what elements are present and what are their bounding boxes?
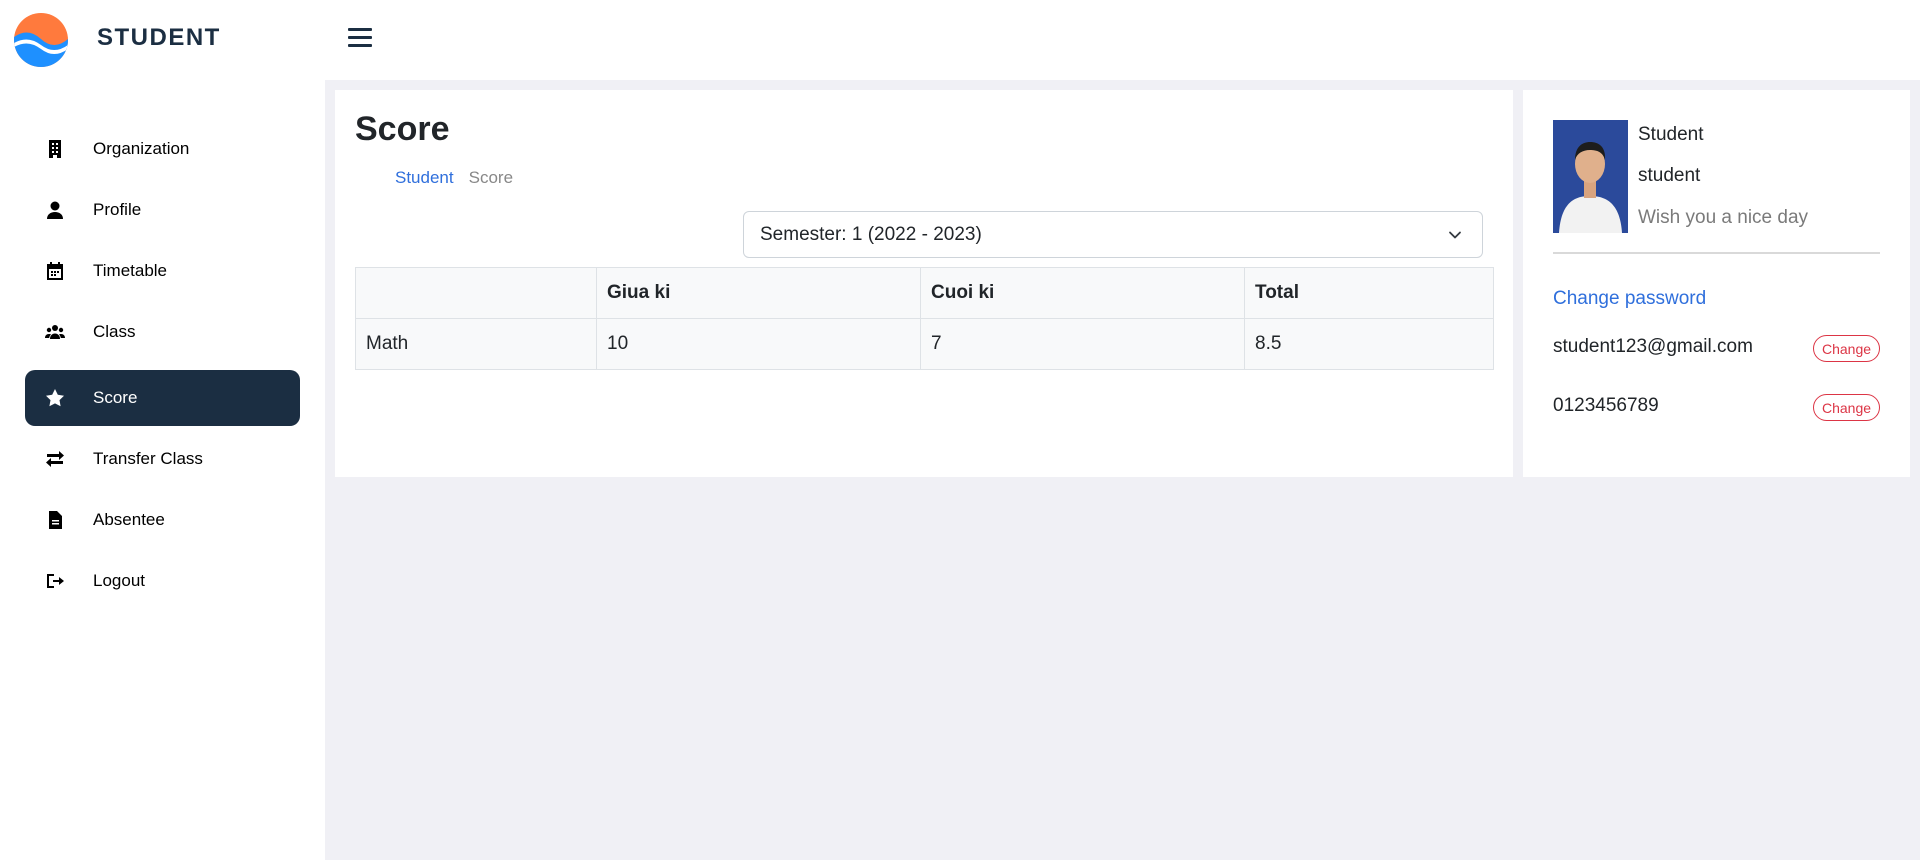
table-header: Total (1244, 267, 1494, 319)
app-brand: STUDENT (97, 24, 221, 51)
sidebar-item-label: Score (93, 388, 138, 407)
table-header (355, 267, 597, 319)
logout-icon (45, 571, 65, 591)
star-icon (45, 388, 65, 408)
table-row: Math 10 7 8.5 (355, 318, 1494, 370)
semester-select[interactable]: Semester: 1 (2022 - 2023) (743, 211, 1483, 258)
divider (1553, 252, 1880, 254)
menu-toggle-icon[interactable] (348, 28, 372, 52)
chevron-down-icon (1449, 231, 1461, 239)
transfer-icon (45, 449, 65, 469)
file-icon (45, 510, 65, 530)
page-title: Score (355, 110, 450, 148)
change-email-button[interactable]: Change (1813, 335, 1880, 362)
table-header-row: Giua ki Cuoi ki Total (355, 267, 1494, 319)
users-icon (45, 322, 65, 342)
profile-greeting: Wish you a nice day (1638, 207, 1809, 228)
breadcrumb-student-link[interactable]: Student (395, 168, 454, 188)
score-table: Giua ki Cuoi ki Total Math 10 7 8.5 (355, 267, 1494, 370)
sidebar-item-timetable[interactable]: Timetable (25, 243, 300, 299)
sidebar-item-absentee[interactable]: Absentee (25, 492, 300, 548)
app-logo[interactable] (14, 13, 68, 67)
user-icon (45, 200, 65, 220)
sidebar-item-transfer-class[interactable]: Transfer Class (25, 431, 300, 487)
profile-name: Student (1638, 124, 1704, 145)
profile-role: student (1638, 165, 1701, 186)
change-phone-button[interactable]: Change (1813, 394, 1880, 421)
table-cell: 8.5 (1244, 318, 1494, 370)
sidebar-item-label: Organization (93, 139, 190, 158)
breadcrumb-current: Score (468, 168, 514, 187)
sidebar-item-profile[interactable]: Profile (25, 182, 300, 238)
top-header: STUDENT (0, 0, 1920, 80)
sidebar-item-logout[interactable]: Logout (25, 553, 300, 609)
table-header: Giua ki (596, 267, 921, 319)
score-panel: Score Student Score Semester: 1 (2022 - … (335, 90, 1513, 477)
change-password-link[interactable]: Change password (1553, 288, 1706, 310)
building-icon (45, 139, 65, 159)
avatar (1553, 120, 1628, 233)
profile-email: student123@gmail.com (1553, 336, 1753, 357)
profile-card: Student student Wish you a nice day Chan… (1523, 90, 1910, 477)
sidebar-item-label: Timetable (93, 261, 168, 280)
sidebar: Organization Profile Timetable Class Sco… (0, 80, 325, 860)
sidebar-item-label: Transfer Class (93, 449, 203, 468)
sidebar-item-organization[interactable]: Organization (25, 121, 300, 177)
sidebar-item-label: Profile (93, 200, 142, 219)
calendar-icon (45, 261, 65, 281)
table-cell: 7 (920, 318, 1245, 370)
profile-phone: 0123456789 (1553, 395, 1659, 416)
table-header: Cuoi ki (920, 267, 1245, 319)
table-cell: 10 (596, 318, 921, 370)
sidebar-item-label: Class (93, 322, 136, 341)
sidebar-item-label: Logout (93, 571, 145, 590)
table-cell-subject: Math (355, 318, 597, 370)
sidebar-item-class[interactable]: Class (25, 304, 300, 360)
semester-select-value: Semester: 1 (2022 - 2023) (760, 223, 982, 245)
breadcrumb: Student Score (395, 168, 513, 188)
sidebar-item-score[interactable]: Score (25, 370, 300, 426)
sidebar-item-label: Absentee (93, 510, 165, 529)
